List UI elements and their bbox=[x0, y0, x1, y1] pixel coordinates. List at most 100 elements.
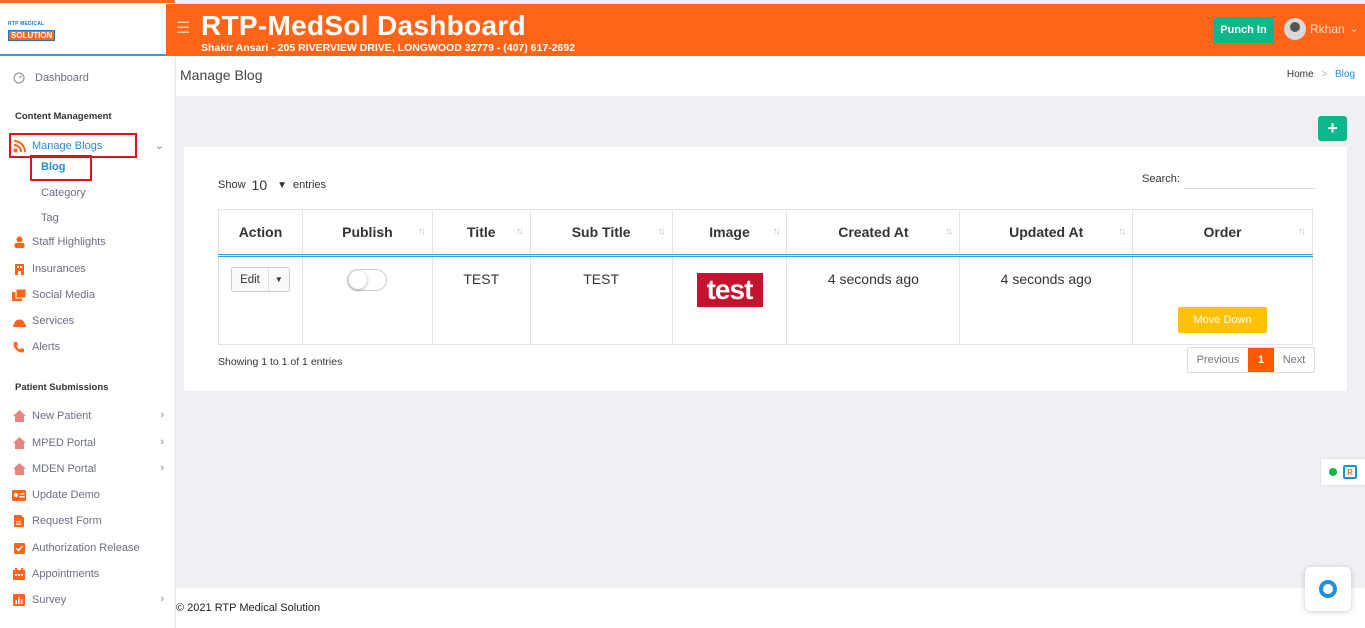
cell-action: Edit ▼ bbox=[218, 255, 303, 345]
home-icon bbox=[12, 436, 26, 450]
table-info: Showing 1 to 1 of 1 entries bbox=[218, 356, 343, 368]
breadcrumb-separator-icon: > bbox=[1321, 69, 1328, 80]
sort-icon: ↑↓ bbox=[945, 226, 953, 237]
chevron-down-icon: ⌄ bbox=[1349, 23, 1359, 35]
sidebar-item-request-form[interactable]: Request Form bbox=[0, 510, 176, 532]
sidebar-subitem-category[interactable]: Category bbox=[41, 187, 86, 199]
move-down-button[interactable]: Move Down bbox=[1178, 307, 1268, 333]
sort-icon: ↑↓ bbox=[417, 226, 426, 237]
sidebar-item-dashboard[interactable]: Dashboard bbox=[0, 67, 176, 89]
sidebar-item-social-media[interactable]: Social Media bbox=[0, 284, 176, 306]
status-dot-icon bbox=[1329, 468, 1337, 476]
extension-widget[interactable]: R bbox=[1320, 458, 1365, 486]
column-header-title[interactable]: Title ↑↓ bbox=[431, 209, 531, 257]
cell-publish bbox=[301, 255, 433, 345]
search-input[interactable] bbox=[1183, 173, 1316, 189]
cell-title: TEST bbox=[431, 255, 531, 345]
sidebar-item-staff-highlights[interactable]: Staff Highlights bbox=[0, 231, 176, 253]
sidebar-item-insurances[interactable]: Insurances bbox=[0, 258, 176, 280]
home-icon bbox=[12, 462, 26, 476]
logo-area: RTP MEDICAL SOLUTION bbox=[0, 0, 175, 56]
footer: © 2021 RTP Medical Solution bbox=[176, 588, 1365, 628]
cell-created-at: 4 seconds ago bbox=[786, 255, 961, 345]
logo-line2: SOLUTION bbox=[8, 29, 56, 41]
sidebar-subitem-tag[interactable]: Tag bbox=[41, 212, 59, 224]
chevron-right-icon: › bbox=[160, 593, 164, 605]
sort-icon: ↑↓ bbox=[657, 226, 666, 237]
help-button[interactable] bbox=[1305, 567, 1351, 611]
blog-table: Action Publish ↑↓ Title ↑↓ Sub Title ↑↓ Ima… bbox=[218, 209, 1313, 345]
hamburger-icon[interactable]: ☰ bbox=[176, 18, 190, 38]
column-header-image[interactable]: Image ↑↓ bbox=[671, 209, 788, 257]
clipboard-check-icon bbox=[12, 541, 26, 555]
cell-image: test bbox=[671, 255, 788, 345]
column-header-order[interactable]: Order ↑↓ bbox=[1132, 209, 1313, 257]
punch-in-button[interactable]: Punch In bbox=[1213, 17, 1274, 43]
file-icon bbox=[12, 514, 26, 528]
sidebar-item-alerts[interactable]: Alerts bbox=[0, 336, 176, 358]
publish-toggle[interactable] bbox=[347, 269, 388, 291]
caret-down-icon[interactable]: ▼ bbox=[269, 268, 289, 291]
sidebar-item-label: Social Media bbox=[32, 289, 95, 301]
sidebar-item-mped-portal[interactable]: MPED Portal › bbox=[0, 432, 176, 454]
pagination-previous[interactable]: Previous bbox=[1188, 348, 1248, 372]
bell-service-icon bbox=[12, 314, 26, 328]
edit-button[interactable]: Edit bbox=[232, 268, 269, 291]
sidebar: RTP MEDICAL SOLUTION Dashboard Content M… bbox=[0, 0, 176, 628]
sidebar-item-label: Authorization Release bbox=[32, 542, 140, 554]
edit-button-group: Edit ▼ bbox=[231, 267, 290, 292]
sidebar-item-label: Survey bbox=[32, 594, 67, 606]
user-name: Rkhan bbox=[1310, 22, 1345, 36]
highlight-box bbox=[30, 155, 92, 181]
column-header-publish[interactable]: Publish ↑↓ bbox=[301, 209, 433, 257]
sidebar-item-label: Services bbox=[32, 315, 75, 327]
pagination-next[interactable]: Next bbox=[1274, 348, 1314, 372]
sidebar-item-label: New Patient bbox=[32, 410, 92, 422]
search-label: Search: bbox=[1142, 173, 1180, 185]
cell-order: Move Down bbox=[1132, 255, 1313, 345]
sidebar-item-survey[interactable]: Survey › bbox=[0, 589, 176, 611]
column-header-action: Action bbox=[218, 209, 303, 257]
sidebar-item-label: Staff Highlights bbox=[32, 236, 106, 248]
app-subtitle: Shakir Ansari - 205 RIVERVIEW DRIVE, LON… bbox=[201, 42, 576, 54]
page-header: Manage Blog Home > Blog bbox=[176, 56, 1365, 96]
add-blog-button[interactable]: + bbox=[1318, 116, 1347, 141]
lifebuoy-icon bbox=[1319, 580, 1337, 598]
calendar-icon bbox=[12, 567, 26, 581]
sidebar-item-label: MPED Portal bbox=[32, 437, 96, 449]
entries-control: Show 10 ▼ entries bbox=[218, 177, 326, 193]
r-logo-icon: R bbox=[1343, 465, 1357, 479]
pagination-page-1[interactable]: 1 bbox=[1248, 348, 1274, 372]
user-menu[interactable]: Rkhan ⌄ bbox=[1284, 18, 1358, 40]
column-header-subtitle[interactable]: Sub Title ↑↓ bbox=[529, 209, 673, 257]
section-content-management: Content Management bbox=[15, 111, 112, 122]
sidebar-item-appointments[interactable]: Appointments bbox=[0, 563, 176, 585]
logo[interactable]: RTP MEDICAL SOLUTION bbox=[8, 21, 58, 41]
sidebar-item-label: MDEN Portal bbox=[32, 463, 97, 475]
bar-chart-icon bbox=[12, 593, 26, 607]
column-header-created-at[interactable]: Created At ↑↓ bbox=[786, 209, 961, 257]
chevron-right-icon: › bbox=[160, 436, 164, 448]
sidebar-item-authorization-release[interactable]: Authorization Release bbox=[0, 537, 176, 559]
cell-subtitle: TEST bbox=[529, 255, 673, 345]
sort-icon: ↑↓ bbox=[515, 226, 524, 237]
home-icon bbox=[12, 409, 26, 423]
top-header: ☰ RTP-MedSol Dashboard Shakir Ansari - 2… bbox=[166, 4, 1365, 56]
sidebar-item-mden-portal[interactable]: MDEN Portal › bbox=[0, 458, 176, 480]
breadcrumb-home[interactable]: Home bbox=[1287, 69, 1314, 80]
user-icon bbox=[12, 235, 26, 249]
sidebar-item-services[interactable]: Services bbox=[0, 310, 176, 332]
sidebar-item-label: Update Demo bbox=[32, 489, 100, 501]
entries-select-value: 10 bbox=[251, 177, 268, 193]
sidebar-item-update-demo[interactable]: Update Demo bbox=[0, 484, 176, 506]
photos-icon bbox=[12, 288, 26, 302]
chevron-right-icon: › bbox=[160, 409, 164, 421]
entries-select[interactable]: 10 ▼ bbox=[252, 177, 287, 193]
sidebar-item-new-patient[interactable]: New Patient › bbox=[0, 405, 176, 427]
sidebar-item-label: Insurances bbox=[32, 263, 86, 275]
column-header-updated-at[interactable]: Updated At ↑↓ bbox=[959, 209, 1134, 257]
section-patient-submissions: Patient Submissions bbox=[15, 382, 109, 393]
app-title: RTP-MedSol Dashboard bbox=[201, 10, 526, 41]
blog-thumbnail: test bbox=[696, 273, 763, 307]
sort-icon: ↑↓ bbox=[772, 226, 780, 237]
